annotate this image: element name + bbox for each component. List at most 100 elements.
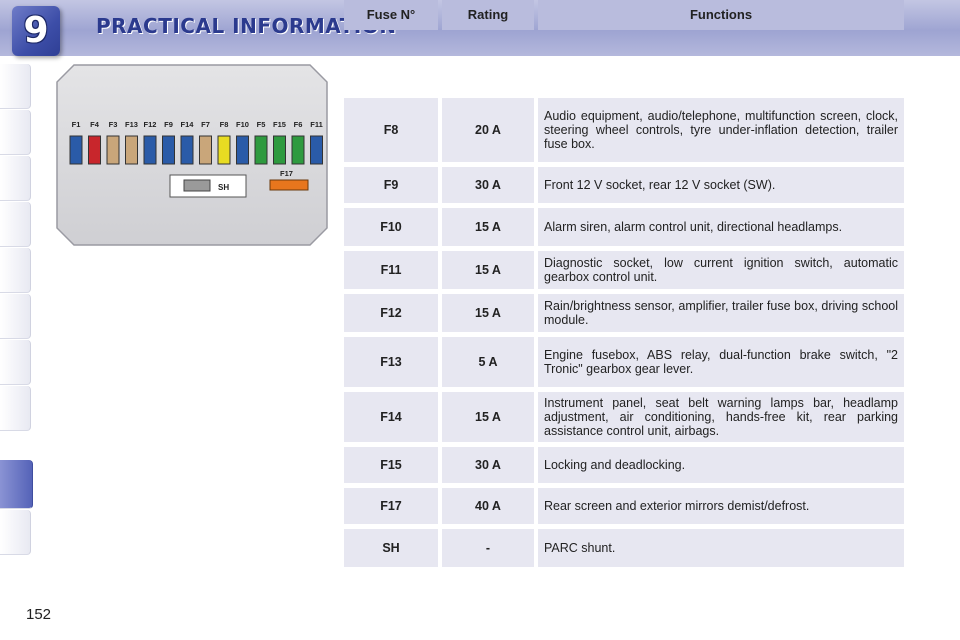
functions-cell: Locking and deadlocking.	[538, 447, 904, 483]
functions-cell-text: Front 12 V socket, rear 12 V socket (SW)…	[544, 178, 776, 192]
fuse-blade	[143, 135, 157, 165]
fuse-number-cell: F14	[344, 392, 438, 442]
rating-cell: 20 A	[442, 98, 534, 162]
rating-cell: 15 A	[442, 294, 534, 332]
chapter-tab[interactable]	[0, 248, 31, 293]
functions-cell: Instrument panel, seat belt warning lamp…	[538, 392, 904, 442]
fuse-number-cell-text: F11	[380, 263, 402, 277]
functions-cell-text: PARC shunt.	[544, 541, 616, 555]
fuse-blade	[310, 135, 323, 165]
chapter-tab[interactable]	[0, 340, 31, 385]
chapter-tab[interactable]	[0, 110, 31, 155]
functions-cell-text: Rear screen and exterior mirrors demist/…	[544, 499, 810, 513]
fuse-label: F6	[294, 120, 303, 129]
rating-cell-text: 15 A	[475, 263, 501, 277]
chapter-tab[interactable]	[0, 294, 31, 339]
rating-cell-text: -	[485, 541, 491, 555]
chapter-badge: 9	[12, 6, 60, 56]
rating-cell-text: 15 A	[475, 410, 501, 424]
chapter-tab[interactable]	[0, 202, 31, 247]
fuse-number-cell-text: F17	[380, 499, 402, 513]
fuse-number-cell: F12	[344, 294, 438, 332]
fuse-label: F8	[220, 120, 229, 129]
fuse-label: F15	[273, 120, 286, 129]
functions-cell-text: Audio equipment, audio/telephone, multif…	[544, 109, 898, 151]
functions-cell: PARC shunt.	[538, 529, 904, 567]
fuse-blade	[236, 135, 249, 165]
fuse-label: F4	[90, 120, 100, 129]
fuse-blade	[125, 135, 138, 165]
rating-cell: 15 A	[442, 208, 534, 246]
fuse-label: F1	[72, 120, 81, 129]
rating-cell: 5 A	[442, 337, 534, 387]
rating-cell-text: 5 A	[478, 355, 498, 369]
functions-cell-text: Instrument panel, seat belt warning lamp…	[544, 396, 898, 438]
rating-cell-text: 40 A	[475, 499, 501, 513]
chapter-tab[interactable]	[0, 386, 31, 431]
fuse-box-svg: F1 F4 F3 F13 F12 F9 F14 F7 F8 F10 F5 F15 F6 F11 SH F1…	[56, 64, 328, 246]
fuse-label: F14	[181, 120, 195, 129]
functions-cell: Engine fusebox, ABS relay, dual-function…	[538, 337, 904, 387]
fuse-number-cell: F8	[344, 98, 438, 162]
rating-cell: -	[442, 529, 534, 567]
shunt-label: SH	[218, 183, 229, 192]
chapter-tab-active[interactable]	[0, 460, 33, 509]
rating-cell: 40 A	[442, 488, 534, 524]
f17-fuse	[269, 179, 309, 191]
fuse-number-cell: F9	[344, 167, 438, 203]
functions-cell: Front 12 V socket, rear 12 V socket (SW)…	[538, 167, 904, 203]
fuse-number-cell: F17	[344, 488, 438, 524]
functions-cell: Rear screen and exterior mirrors demist/…	[538, 488, 904, 524]
f17-label: F17	[280, 169, 293, 178]
fuse-label: F11	[310, 120, 323, 129]
functions-cell: Audio equipment, audio/telephone, multif…	[538, 98, 904, 162]
fuse-number-cell-text: F8	[383, 123, 399, 137]
fuse-number-cell: F11	[344, 251, 438, 289]
rating-cell-text: 20 A	[475, 123, 501, 137]
functions-cell: Rain/brightness sensor, amplifier, trail…	[538, 294, 904, 332]
fuse-blade	[217, 135, 231, 165]
fuse-number-cell-text: F13	[380, 355, 402, 369]
fuse-blade	[199, 135, 212, 165]
fuse-number-cell-text: F15	[380, 458, 402, 472]
rating-cell-text: 15 A	[475, 220, 501, 234]
fuse-label: F5	[257, 120, 266, 129]
fuse-blade	[273, 135, 286, 165]
page-number: 152	[26, 606, 52, 623]
fuse-label: F13	[125, 120, 138, 129]
fuse-box-diagram: F1 F4 F3 F13 F12 F9 F14 F7 F8 F10 F5 F15 F6 F11 SH F1…	[56, 64, 328, 246]
fuse-blade	[254, 135, 268, 165]
functions-cell-text: Locking and deadlocking.	[544, 458, 686, 472]
header-rating: Rating	[442, 0, 534, 30]
fuse-blade	[180, 135, 194, 165]
fuse-number-cell: F10	[344, 208, 438, 246]
functions-cell-text: Engine fusebox, ABS relay, dual-function…	[544, 348, 898, 376]
functions-cell-text: Rain/brightness sensor, amplifier, trail…	[544, 299, 898, 327]
chapter-number: 9	[23, 10, 49, 51]
rating-cell: 30 A	[442, 447, 534, 483]
fuse-number-cell: SH	[344, 529, 438, 567]
fuse-number-cell-text: SH	[382, 541, 400, 555]
fuse-number-cell-text: F10	[380, 220, 402, 234]
functions-cell: Alarm siren, alarm control unit, directi…	[538, 208, 904, 246]
fuse-blade	[162, 135, 175, 165]
header-functions: Functions	[538, 0, 904, 30]
rating-cell-text: 15 A	[475, 306, 501, 320]
fuse-blade	[106, 135, 120, 165]
rating-cell-text: 30 A	[475, 178, 501, 192]
fuse-label: F7	[201, 120, 210, 129]
chapter-tab[interactable]	[0, 156, 31, 201]
fuse-label: F12	[144, 120, 157, 129]
functions-cell: Diagnostic socket, low current ignition …	[538, 251, 904, 289]
fuse-number-cell-text: F14	[380, 410, 402, 424]
fuse-number-cell: F13	[344, 337, 438, 387]
functions-cell-text: Alarm siren, alarm control unit, directi…	[544, 220, 843, 234]
chapter-tab[interactable]	[0, 64, 31, 109]
chapter-tab[interactable]	[0, 510, 31, 555]
fuse-number-cell: F15	[344, 447, 438, 483]
fuse-number-cell-text: F9	[383, 178, 399, 192]
fuse-blade	[291, 135, 305, 165]
fuse-number-cell-text: F12	[380, 306, 402, 320]
functions-cell-text: Diagnostic socket, low current ignition …	[544, 256, 898, 284]
rating-cell: 30 A	[442, 167, 534, 203]
